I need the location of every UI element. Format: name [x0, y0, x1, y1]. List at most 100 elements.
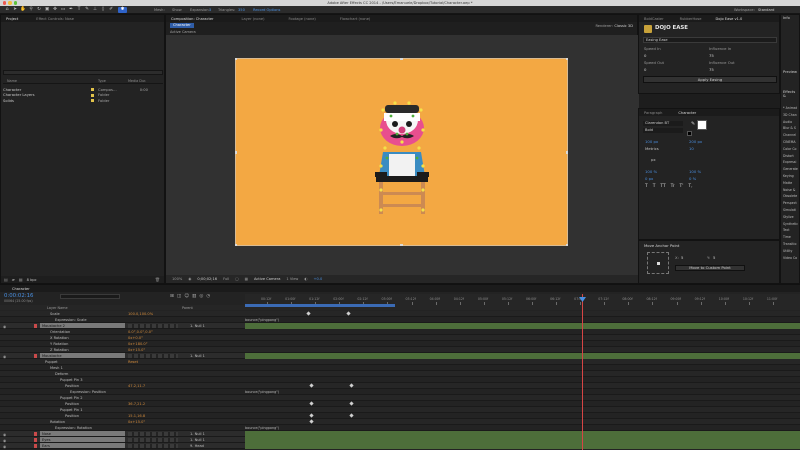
effects-category-item[interactable]: Blur & S	[783, 126, 800, 133]
expansion-value[interactable]: 3	[209, 8, 211, 12]
property-value[interactable]: 100.0,100.0%	[128, 312, 153, 316]
expression-text[interactable]: bounce("pingpong")	[245, 390, 279, 394]
composition-mini-flowchart-icon[interactable]: ⊞	[170, 294, 174, 299]
new-composition-icon[interactable]: ▦	[19, 277, 23, 282]
effects-category-item[interactable]: Utility	[783, 249, 800, 256]
tab-dojo-ease[interactable]: Dojo Ease v1.0	[714, 17, 745, 21]
camera-tool-icon[interactable]: ▣	[44, 7, 50, 13]
layer-label-color[interactable]	[34, 324, 37, 328]
layer-label-color[interactable]	[34, 432, 37, 436]
layer-parent-select[interactable]: 1. Null 1	[190, 432, 205, 436]
effects-category-item[interactable]: Color Co	[783, 147, 800, 154]
move-to-custom-point-button[interactable]: Move to Custom Point	[675, 265, 745, 271]
keyframe-marker[interactable]	[309, 401, 314, 406]
font-size-input[interactable]: 100 px	[645, 139, 658, 144]
magnification-select[interactable]: 100%	[172, 277, 182, 281]
baseline-shift-input[interactable]: 0 px	[645, 176, 653, 181]
visibility-eye-icon[interactable]: ◉	[3, 432, 6, 437]
speed-in-input[interactable]: 0	[644, 53, 646, 58]
stroke-color-swatch[interactable]	[687, 131, 692, 136]
column-name[interactable]: Name	[3, 79, 98, 83]
effects-presets-tab[interactable]: Effects &	[783, 90, 799, 98]
project-item[interactable]: Character Compos… 0:00	[3, 87, 162, 93]
visibility-eye-icon[interactable]: ◉	[3, 354, 6, 359]
effects-category-item[interactable]: Audio	[783, 120, 800, 127]
tab-timeline-character[interactable]: Character	[12, 287, 30, 291]
effects-category-item[interactable]: Video Co	[783, 256, 800, 263]
fill-color-swatch[interactable]	[697, 120, 707, 130]
property-value[interactable]: 0x+180.0°	[128, 342, 148, 346]
effects-category-item[interactable]: Time	[783, 235, 800, 242]
expression-text[interactable]: bounce("pingpong")	[245, 426, 279, 430]
effects-category-item[interactable]: Channel	[783, 133, 800, 140]
new-folder-icon[interactable]: ▰	[12, 277, 15, 282]
close-window-button[interactable]	[3, 1, 7, 5]
visibility-eye-icon[interactable]: ◉	[3, 444, 6, 449]
shy-layers-icon[interactable]: ☺	[184, 294, 189, 299]
bit-depth-label[interactable]: 8 bpc	[27, 278, 37, 282]
record-options-link[interactable]: Record Options	[253, 8, 280, 12]
effects-category-item[interactable]: Synthetic	[783, 222, 800, 229]
work-area-bar[interactable]	[245, 304, 395, 307]
property-value[interactable]: 0x+0.0°	[128, 336, 143, 340]
trash-icon[interactable]: 🗑	[155, 277, 160, 282]
layer-switches[interactable]	[128, 323, 178, 328]
time-ruler[interactable]: 00:12f 01:00f 01:12f 02:00f 02:12f 03:00f 03:1…	[245, 294, 800, 310]
kerning-select[interactable]: Metrics	[645, 146, 659, 151]
superscript-button[interactable]: T'	[680, 184, 684, 189]
stroke-unit-select[interactable]: px	[651, 157, 656, 162]
effects-category-item[interactable]: Transitio	[783, 242, 800, 249]
selection-tool-icon[interactable]: ➤	[12, 7, 18, 13]
layer-parent-select[interactable]: 1. Null 1	[190, 438, 205, 442]
effects-category-item[interactable]: Generate	[783, 167, 800, 174]
tab-footage[interactable]: Footage (none)	[286, 17, 317, 21]
visibility-eye-icon[interactable]: ◉	[3, 324, 6, 329]
tracking-input[interactable]: 10	[689, 146, 694, 151]
layer-switches[interactable]	[128, 443, 178, 448]
effects-category-item[interactable]: Keying	[783, 174, 800, 181]
pen-tool-icon[interactable]: ✒	[68, 7, 74, 13]
keyframe-marker[interactable]	[309, 419, 314, 424]
layer-switches[interactable]	[128, 353, 178, 358]
draft-3d-icon[interactable]: ◫	[177, 294, 181, 299]
keyframe-marker[interactable]	[349, 383, 354, 388]
subscript-button[interactable]: T,	[688, 184, 692, 189]
camera-view-select[interactable]: Active Camera	[254, 277, 280, 281]
triangles-value[interactable]: 350	[238, 8, 245, 12]
roto-brush-tool-icon[interactable]: ✐	[108, 7, 114, 13]
keyframe-marker[interactable]	[349, 413, 354, 418]
interpret-footage-icon[interactable]: ▤	[4, 277, 8, 282]
rectangle-tool-icon[interactable]: ▭	[60, 7, 66, 13]
layer-parent-select[interactable]: 1. Null 1	[190, 324, 205, 328]
tsume-input[interactable]: 0 %	[689, 176, 696, 181]
tab-character[interactable]: Character	[676, 111, 698, 115]
influence-in-input[interactable]: 75	[709, 53, 714, 58]
effects-category-item[interactable]: Distort	[783, 154, 800, 161]
camera-snapshot-icon[interactable]: ◉	[188, 277, 191, 281]
show-mesh-toggle[interactable]: Show	[172, 8, 182, 12]
small-caps-button[interactable]: Tr	[671, 184, 675, 189]
property-value[interactable]: 15.1,16.8	[128, 414, 145, 418]
layer-label-color[interactable]	[34, 438, 37, 442]
property-value[interactable]: 36.7,21.2	[128, 402, 145, 406]
composition-canvas[interactable]	[235, 58, 568, 246]
layer-label-color[interactable]	[34, 354, 37, 358]
property-value[interactable]: 0x+15.0°	[128, 348, 145, 352]
tab-boldcaster[interactable]: BoldCaster	[642, 17, 666, 21]
layer-duration-bar[interactable]	[245, 323, 800, 329]
apply-easing-button[interactable]: Apply Easing	[643, 76, 777, 83]
renderer-value[interactable]: Classic 3D	[614, 24, 633, 28]
brush-tool-icon[interactable]: ✎	[84, 7, 90, 13]
transparency-grid-icon[interactable]: ▦	[245, 277, 248, 281]
property-value[interactable]: 0.0°,0.0°,0.0°	[128, 330, 153, 334]
composition-name-tab[interactable]: Character	[170, 23, 194, 28]
current-time-display[interactable]: 0;00;02;16	[197, 277, 217, 281]
tab-project[interactable]: Project	[4, 17, 20, 21]
parent-column[interactable]: Parent	[182, 306, 193, 310]
visibility-eye-icon[interactable]: ◉	[3, 438, 6, 443]
font-style-select[interactable]: Bold	[643, 128, 683, 133]
zoom-window-button[interactable]	[13, 1, 18, 5]
view-layout-select[interactable]: 1 View	[286, 277, 298, 281]
zoom-tool-icon[interactable]: ⚲	[28, 7, 34, 13]
home-icon[interactable]: ⌂	[4, 7, 10, 13]
